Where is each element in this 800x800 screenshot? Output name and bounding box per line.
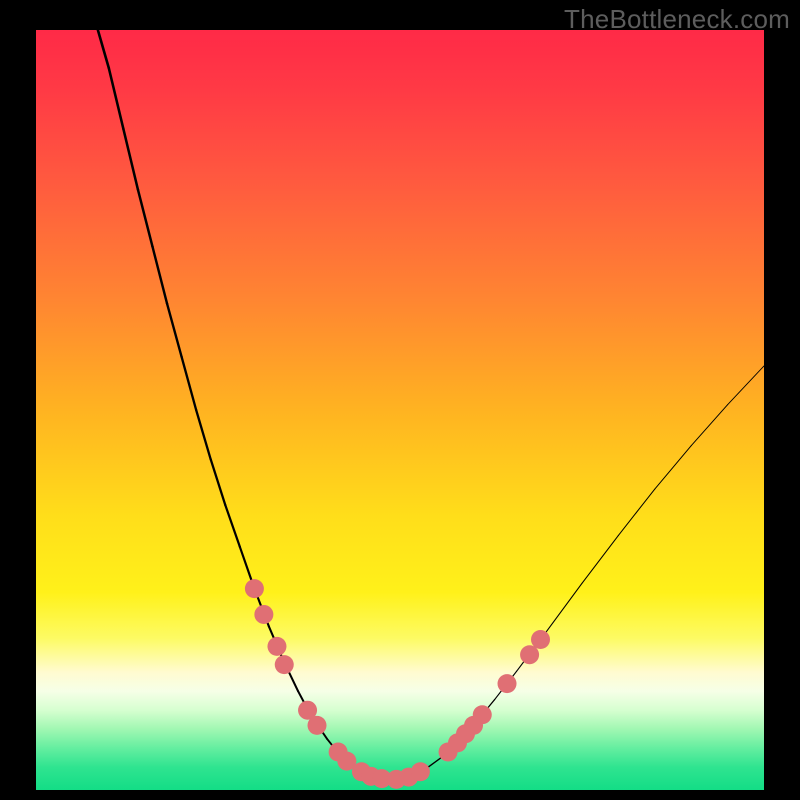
data-marker: [520, 645, 539, 664]
data-marker: [411, 762, 430, 781]
data-marker: [245, 579, 264, 598]
chart-background: [36, 30, 764, 790]
chart-svg: [36, 30, 764, 790]
outer-frame: TheBottleneck.com: [0, 0, 800, 800]
watermark-text: TheBottleneck.com: [564, 4, 790, 35]
data-marker: [531, 630, 550, 649]
data-marker: [498, 674, 517, 693]
data-marker: [275, 655, 294, 674]
data-marker: [473, 705, 492, 724]
data-marker: [267, 637, 286, 656]
data-marker: [254, 605, 273, 624]
chart-plot-area: [36, 30, 764, 790]
data-marker: [308, 716, 327, 735]
